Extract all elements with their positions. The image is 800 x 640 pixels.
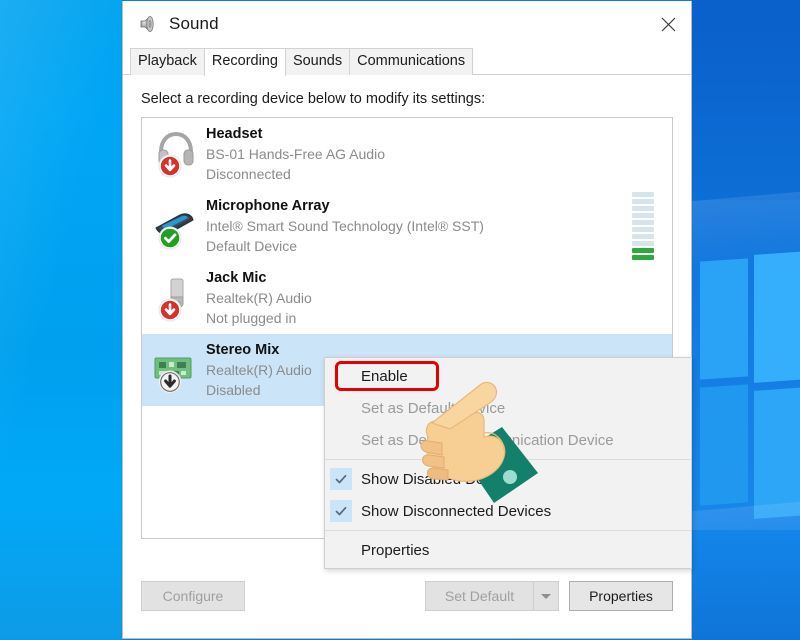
meter-segment [632,192,654,197]
set-default-split-button[interactable]: Set Default [425,581,559,611]
menu-item-label: Set as Default Device [361,399,506,417]
device-description: BS-01 Hands-Free AG Audio [206,145,385,162]
device-description: Realtek(R) Audio [206,289,312,306]
dialog-button-row: Configure Set Default Properties [141,581,673,611]
meter-segment [632,220,654,225]
tab-playback[interactable]: Playback [130,48,205,75]
instruction-text: Select a recording device below to modif… [141,91,486,107]
menu-item-label: Set as Default Communication Device [361,431,614,449]
microphone-array-icon [150,198,200,254]
windows-logo-pane-top-right [754,245,800,383]
menu-item-label: Show Disabled Devices [361,470,519,488]
menu-item-set-as-default-communication-device[interactable]: Set as Default Communication Device [325,424,691,456]
jack-mic-icon [150,270,200,326]
volume-level-meter [632,192,654,260]
menu-item-show-disconnected-devices[interactable]: Show Disconnected Devices [325,495,691,527]
device-status: Default Device [206,237,298,254]
wallpaper-left-strip [0,0,122,640]
chevron-down-icon [541,593,551,599]
speaker-icon [137,13,159,35]
menu-item-label: Properties [361,541,430,559]
meter-segment [632,227,654,232]
menu-gutter [325,468,357,490]
checkmark-icon [330,468,352,490]
meter-segment [632,206,654,211]
device-status: Not plugged in [206,309,297,326]
set-default-dropdown-arrow[interactable] [533,581,559,611]
title-bar: Sound [123,1,691,47]
device-texts: Headset BS-01 Hands-Free AG Audio Discon… [206,125,666,184]
headset-icon [150,126,200,182]
set-default-button[interactable]: Set Default [425,581,533,611]
menu-item-label: Show Disconnected Devices [361,502,552,520]
menu-item-show-disabled-devices[interactable]: Show Disabled Devices [325,463,691,495]
wallpaper-top-band [692,0,800,200]
wallpaper-right-strip [692,0,800,640]
menu-gutter [325,500,357,522]
menu-item-enable[interactable]: Enable [325,360,691,392]
meter-segment [632,199,654,204]
tab-sounds[interactable]: Sounds [284,48,351,75]
windows-logo-pane-bottom-right [754,381,800,519]
meter-segment [632,255,654,260]
meter-segment [632,213,654,218]
device-status: Disconnected [206,165,291,182]
wallpaper-bottom-band [692,530,800,640]
windows-logo-pane-top-left [700,258,748,380]
tab-communications[interactable]: Communications [349,48,474,75]
checkmark-icon [330,500,352,522]
properties-button[interactable]: Properties [569,581,673,611]
menu-item-properties[interactable]: Properties [325,534,691,566]
context-menu[interactable]: Enable Set as Default Device Set as Defa… [324,357,692,569]
device-row-headset[interactable]: Headset BS-01 Hands-Free AG Audio Discon… [142,118,672,190]
meter-segment [632,234,654,239]
menu-item-label: Enable [361,367,408,385]
tab-recording[interactable]: Recording [203,48,286,76]
menu-item-set-as-default-device[interactable]: Set as Default Device [325,392,691,424]
menu-separator-2 [325,530,691,531]
device-name: Microphone Array [206,197,330,214]
windows-logo-pane-bottom-left [700,384,748,506]
device-row-microphone-array[interactable]: Microphone Array Intel® Smart Sound Tech… [142,190,672,262]
tab-strip: Playback Recording Sounds Communications [123,47,691,76]
device-name: Headset [206,125,263,142]
device-description: Intel® Smart Sound Technology (Intel® SS… [206,217,484,234]
meter-segment [632,248,654,253]
configure-button[interactable]: Configure [141,581,245,611]
circuit-board-icon [150,342,200,398]
device-row-jack-mic[interactable]: Jack Mic Realtek(R) Audio Not plugged in [142,262,672,334]
menu-separator-1 [325,459,691,460]
device-name: Jack Mic [206,269,267,286]
device-texts: Microphone Array Intel® Smart Sound Tech… [206,197,632,256]
device-texts: Jack Mic Realtek(R) Audio Not plugged in [206,269,666,328]
close-button[interactable] [645,1,691,47]
window-title: Sound [169,14,219,33]
meter-segment [632,241,654,246]
